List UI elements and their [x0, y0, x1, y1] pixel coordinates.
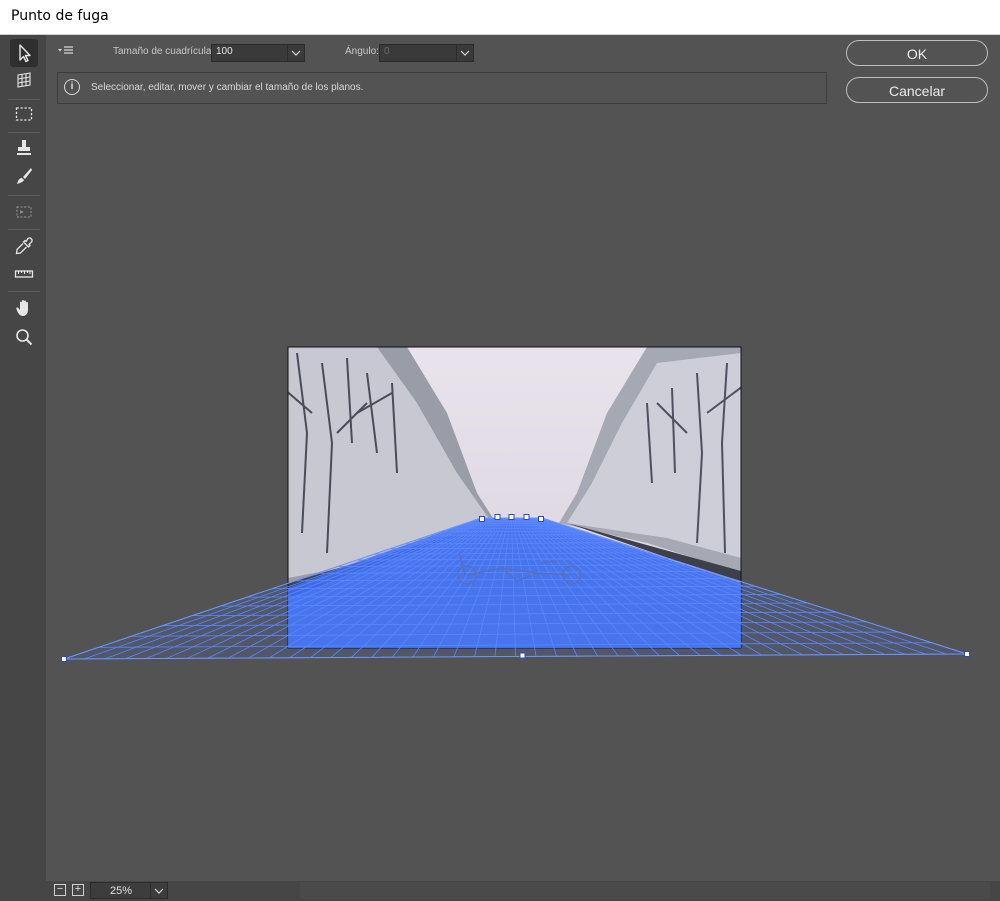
magnifier-icon — [16, 329, 33, 346]
grid-size-label: Tamaño de cuadrícula: — [113, 46, 215, 57]
transform-tool[interactable] — [10, 198, 38, 226]
edit-plane-tool[interactable] — [10, 39, 38, 67]
transform-icon — [16, 206, 32, 218]
info-text: Seleccionar, editar, mover y cambiar el … — [91, 82, 364, 93]
eyedropper-icon — [15, 237, 33, 255]
chevron-down-icon — [456, 45, 473, 61]
measure-tool[interactable] — [10, 260, 38, 288]
preview-canvas[interactable] — [47, 113, 1000, 881]
canvas-scene — [61, 346, 970, 662]
eyedropper-tool[interactable] — [10, 232, 38, 260]
tool-palette — [0, 35, 46, 901]
panel-menu-icon[interactable] — [57, 44, 77, 58]
brush-tool[interactable] — [10, 162, 38, 190]
info-bar: i Seleccionar, editar, mover y cambiar e… — [57, 72, 827, 104]
info-icon: i — [64, 79, 80, 95]
zoom-out-button[interactable]: − — [54, 884, 66, 896]
stamp-tool[interactable] — [10, 134, 38, 162]
chevron-down-icon — [150, 883, 167, 898]
ok-button[interactable]: OK — [846, 40, 988, 66]
zoom-select[interactable]: 25% — [90, 882, 168, 899]
title-bar: Punto de fuga — [0, 0, 1000, 35]
marquee-tool[interactable] — [10, 100, 38, 128]
perspective-plane[interactable] — [61, 514, 970, 662]
grid-size-value: 100 — [216, 46, 233, 57]
brush-icon — [17, 168, 32, 184]
hand-tool[interactable] — [10, 294, 38, 322]
window-title: Punto de fuga — [11, 8, 109, 24]
angle-value: 0 — [384, 46, 390, 57]
grid-size-select[interactable]: 100 — [211, 44, 305, 62]
zoom-tool[interactable] — [10, 323, 38, 351]
arrow-cursor-icon — [19, 44, 31, 63]
create-plane-tool[interactable] — [10, 66, 38, 94]
angle-label: Ángulo: — [345, 46, 379, 57]
ruler-icon — [14, 270, 34, 278]
zoom-value: 25% — [110, 885, 133, 897]
status-area — [300, 882, 990, 899]
dashed-rect-icon — [15, 107, 33, 121]
angle-select[interactable]: 0 — [379, 44, 474, 62]
cancel-button[interactable]: Cancelar — [846, 77, 988, 103]
stamp-icon — [17, 140, 31, 155]
hand-icon — [16, 300, 28, 316]
zoom-in-button[interactable]: + — [72, 884, 84, 896]
grid-plane-icon — [17, 72, 31, 88]
chevron-down-icon — [287, 45, 304, 61]
